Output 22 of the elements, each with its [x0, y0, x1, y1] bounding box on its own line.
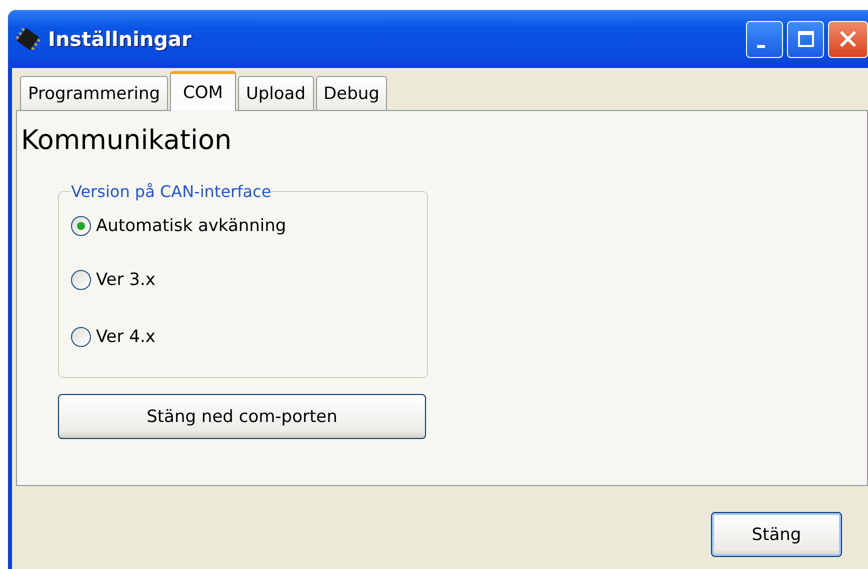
close-button[interactable]	[828, 20, 868, 58]
close-dialog-button[interactable]: Stäng	[711, 512, 842, 557]
maximize-button[interactable]	[787, 20, 824, 58]
radio-button[interactable]	[71, 270, 91, 290]
radio-button[interactable]	[71, 216, 91, 236]
radio-label[interactable]: Automatisk avkänning	[96, 216, 286, 236]
maximize-icon	[796, 30, 814, 48]
tab[interactable]: COM	[170, 71, 236, 111]
group-legend: Version på CAN-interface	[71, 182, 272, 201]
close-icon	[838, 29, 858, 49]
section-heading: Kommunikation	[21, 125, 233, 156]
tab[interactable]: Debug	[316, 76, 388, 110]
radio-button[interactable]	[71, 326, 91, 346]
minimize-button[interactable]	[746, 20, 783, 58]
chip-icon	[14, 26, 42, 52]
close-port-button[interactable]: Stäng ned com-porten	[58, 394, 426, 439]
radio-label[interactable]: Ver 3.x	[96, 270, 156, 290]
minimize-icon	[756, 44, 764, 48]
radio-label[interactable]: Ver 4.x	[96, 326, 156, 346]
tab[interactable]: Programmering	[20, 76, 168, 110]
tab[interactable]: Upload	[238, 76, 314, 110]
window-title: Inställningar	[48, 27, 192, 51]
